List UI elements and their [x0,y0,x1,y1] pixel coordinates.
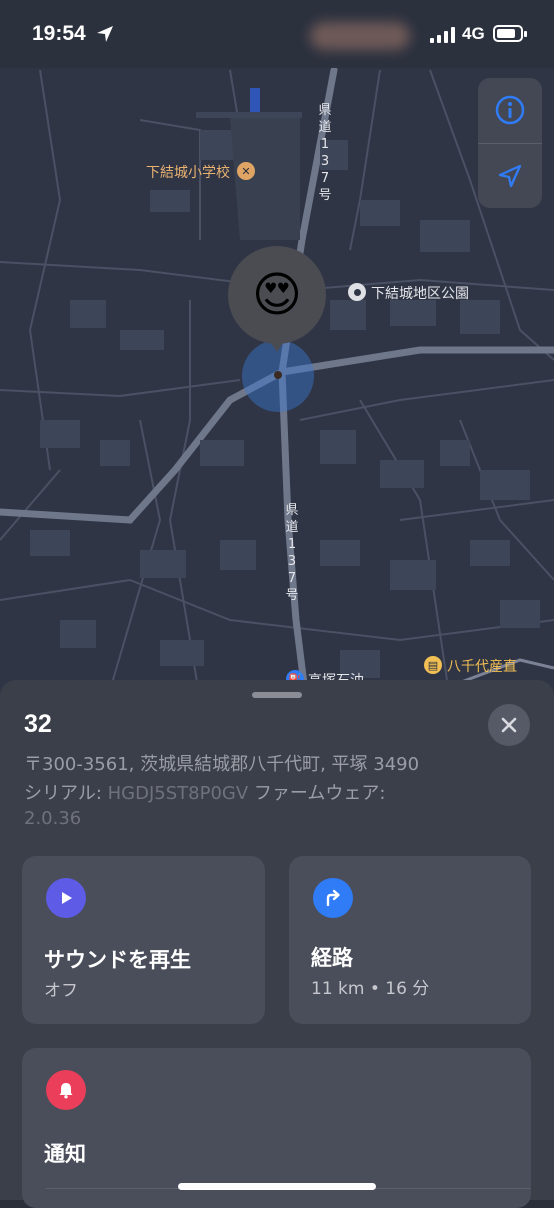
close-icon [501,717,517,733]
turn-right-arrow-icon [326,889,340,907]
close-button[interactable] [488,704,530,746]
notifications-label: 通知 [44,1142,86,1166]
firmware-label: ファームウェア: [248,783,386,804]
directions-label: 経路 [311,946,353,970]
play-sound-label: サウンドを再生 [44,948,191,972]
road-label-middle: 県道137号 [285,503,299,603]
home-indicator[interactable] [178,1183,376,1190]
location-arrow-icon [498,164,522,188]
location-services-icon [97,26,113,42]
info-icon [495,95,525,125]
firmware-value: 2.0.36 [24,808,82,829]
directions-card[interactable]: 経路 11 km • 16 分 [289,856,531,1024]
pin-emoji: 😍 [251,267,303,323]
blurred-area [310,22,410,50]
play-sound-status: オフ [44,981,78,1001]
serial-label: シリアル: [24,783,108,804]
network-type: 4G [462,24,485,43]
serial-value: HGDJ5ST8P0GV [107,783,249,804]
device-detail-sheet[interactable]: 32 〒300-3561, 茨城県結城郡八千代町, 平塚 3490 シリアル: … [0,680,554,1208]
school-icon[interactable]: ✕ [237,162,255,180]
map-view[interactable]: 下結城小学校 ✕ 下結城地区公園 県道137号 県道137号 ⛽ 高塚石油 ▤ … [0,0,554,700]
battery-icon [493,25,523,42]
shop-icon[interactable]: ▤ [424,656,442,674]
device-location-dot [274,371,282,379]
device-name: 32 [24,710,52,738]
address-text: 〒300-3561, 茨城県結城郡八千代町, 平塚 3490 [24,754,420,775]
battery-cap [524,31,527,37]
map-controls [478,78,542,208]
track-location-button[interactable] [478,144,542,208]
play-icon-circle [46,878,86,918]
cellular-signal-icon [430,27,455,43]
bell-icon [59,1083,73,1099]
directions-icon-circle [313,878,353,918]
bell-icon-circle [46,1070,86,1110]
sheet-grabber[interactable] [252,692,302,698]
school-label[interactable]: 下結城小学校 [146,162,230,182]
road-label-top: 県道137号 [318,103,332,203]
play-icon [62,892,72,904]
shop-label[interactable]: 八千代産直 [447,656,517,676]
play-sound-card[interactable]: サウンドを再生 オフ [22,856,265,1024]
park-label[interactable]: 下結城地区公園 [371,283,469,303]
info-button[interactable] [478,78,542,142]
park-icon[interactable] [348,283,366,301]
directions-distance: 11 km • 16 分 [311,979,430,999]
pin-tail [268,338,286,352]
status-time: 19:54 [32,22,86,45]
device-pin[interactable]: 😍 [228,246,326,344]
status-bar: 19:54 4G [0,0,554,68]
serial-line: シリアル: HGDJ5ST8P0GV ファームウェア: [24,779,385,805]
